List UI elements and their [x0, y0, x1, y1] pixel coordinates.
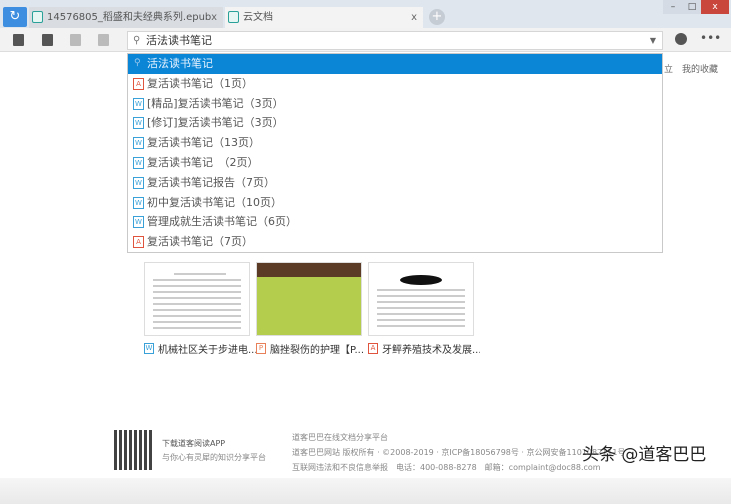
pdf-icon: A: [368, 343, 378, 354]
suggestion-item[interactable]: W 复活读书笔记报告（7页）: [128, 173, 662, 193]
word-icon: W: [133, 137, 144, 150]
suggestion-label: 复活读书笔记报告（7页）: [147, 175, 275, 189]
new-tab-button[interactable]: +: [429, 9, 445, 25]
book-icon: [32, 11, 43, 23]
doc-title-link[interactable]: P 脑挫裂伤的护理【P...: [256, 341, 368, 356]
word-icon: W: [133, 97, 144, 110]
suggestion-item[interactable]: ⚲ 活法读书笔记: [128, 54, 662, 74]
ppt-icon: P: [256, 343, 266, 354]
suggestion-dropdown: ⚲ 活法读书笔记 A 复活读书笔记（1页） W [精品]复活读书笔记（3页） W [修订]复活…: [127, 53, 663, 253]
close-window-button[interactable]: x: [701, 0, 729, 14]
save-icon[interactable]: [98, 34, 109, 46]
qr-code: [114, 430, 154, 470]
search-input[interactable]: ⚲ 活法读书笔记 ▼: [127, 31, 663, 50]
close-tab-button[interactable]: x: [211, 7, 217, 28]
suggestion-item[interactable]: A 复活读书笔记（7页）: [128, 232, 662, 252]
tab-bar: ↻ 14576805_稻盛和夫经典系列.epub x 云文档 x + – □ x: [0, 0, 731, 28]
open-folder-icon[interactable]: [13, 34, 24, 46]
bottom-bar: [0, 478, 731, 504]
print-icon[interactable]: [70, 34, 81, 46]
maximize-button[interactable]: □: [683, 0, 701, 14]
suggestion-item[interactable]: W 复活读书笔记（13页）: [128, 133, 662, 153]
pdf-icon: A: [133, 236, 144, 249]
user-icon[interactable]: [675, 33, 687, 45]
pdf-icon: A: [133, 77, 144, 90]
tab-epub[interactable]: 14576805_稻盛和夫经典系列.epub x: [29, 7, 223, 28]
footer-line: 道客巴巴在线文档分享平台: [292, 433, 388, 442]
doc-thumbnail[interactable]: [144, 262, 250, 336]
suggestion-item[interactable]: A 复活读书笔记（1页）: [128, 74, 662, 94]
app-download-subtitle: 与你心有灵犀的知识分享平台: [162, 453, 266, 462]
suggestion-label: 复活读书笔记（7页）: [147, 235, 253, 249]
word-icon: W: [144, 343, 154, 354]
suggestion-item[interactable]: W 复活读书笔记 （2页）: [128, 153, 662, 173]
close-tab-button[interactable]: x: [411, 7, 417, 28]
partial-link[interactable]: 立: [664, 62, 673, 75]
suggestion-label: [精品]复活读书笔记（3页）: [147, 96, 284, 110]
cloud-doc-icon: [228, 11, 239, 23]
suggestion-label: 管理成就生活读书笔记（6页）: [147, 215, 297, 229]
my-favorites-link[interactable]: 我的收藏: [682, 62, 718, 75]
tab-label: 14576805_稻盛和夫经典系列.epub: [47, 12, 212, 23]
doc-thumbnail[interactable]: [256, 262, 362, 336]
footer-line: 道客巴巴网站 版权所有 · ©2008-2019 · 京ICP备18056798…: [292, 448, 626, 457]
suggestion-label: [修订]复活读书笔记（3页）: [147, 116, 284, 130]
suggestion-item[interactable]: W 管理成就生活读书笔记（6页）: [128, 212, 662, 232]
word-icon: W: [133, 117, 144, 130]
doc-title-link[interactable]: A 牙鲆养殖技术及发展...: [368, 341, 480, 356]
suggestion-item[interactable]: W [精品]复活读书笔记（3页）: [128, 94, 662, 114]
suggestion-label: 复活读书笔记（13页）: [147, 136, 260, 150]
image-icon[interactable]: [42, 34, 53, 46]
suggestion-label: 复活读书笔记（1页）: [147, 76, 253, 90]
minimize-button[interactable]: –: [663, 0, 683, 14]
more-icon[interactable]: •••: [700, 31, 721, 45]
tab-cloud-docs[interactable]: 云文档 x: [225, 7, 423, 28]
app-download-title[interactable]: 下载道客阅读APP: [162, 438, 225, 449]
app-logo-icon[interactable]: ↻: [3, 7, 27, 27]
word-icon: W: [133, 216, 144, 229]
word-icon: W: [133, 196, 144, 209]
suggestion-label: 活法读书笔记: [147, 57, 213, 70]
word-icon: W: [133, 156, 144, 169]
search-icon: ⚲: [134, 58, 141, 68]
suggestion-label: 复活读书笔记 （2页）: [147, 155, 259, 169]
word-icon: W: [133, 176, 144, 189]
suggestion-label: 初中复活读书笔记（10页）: [147, 195, 282, 209]
dropdown-arrow-icon[interactable]: ▼: [650, 32, 656, 49]
watermark: 头条 @道客巴巴: [582, 445, 707, 465]
doc-title-link[interactable]: W 机械社区关于步进电...: [144, 341, 256, 356]
search-icon: ⚲: [133, 35, 141, 46]
footer-line: 互联网违法和不良信息举报 电话：400-088-8278 邮箱：complain…: [292, 463, 601, 472]
search-value: 活法读书笔记: [146, 34, 212, 47]
suggestion-item[interactable]: W 初中复活读书笔记（10页）: [128, 193, 662, 213]
doc-thumbnail[interactable]: [368, 262, 474, 336]
tab-label: 云文档: [243, 12, 273, 23]
suggestion-item[interactable]: W [修订]复活读书笔记（3页）: [128, 113, 662, 133]
